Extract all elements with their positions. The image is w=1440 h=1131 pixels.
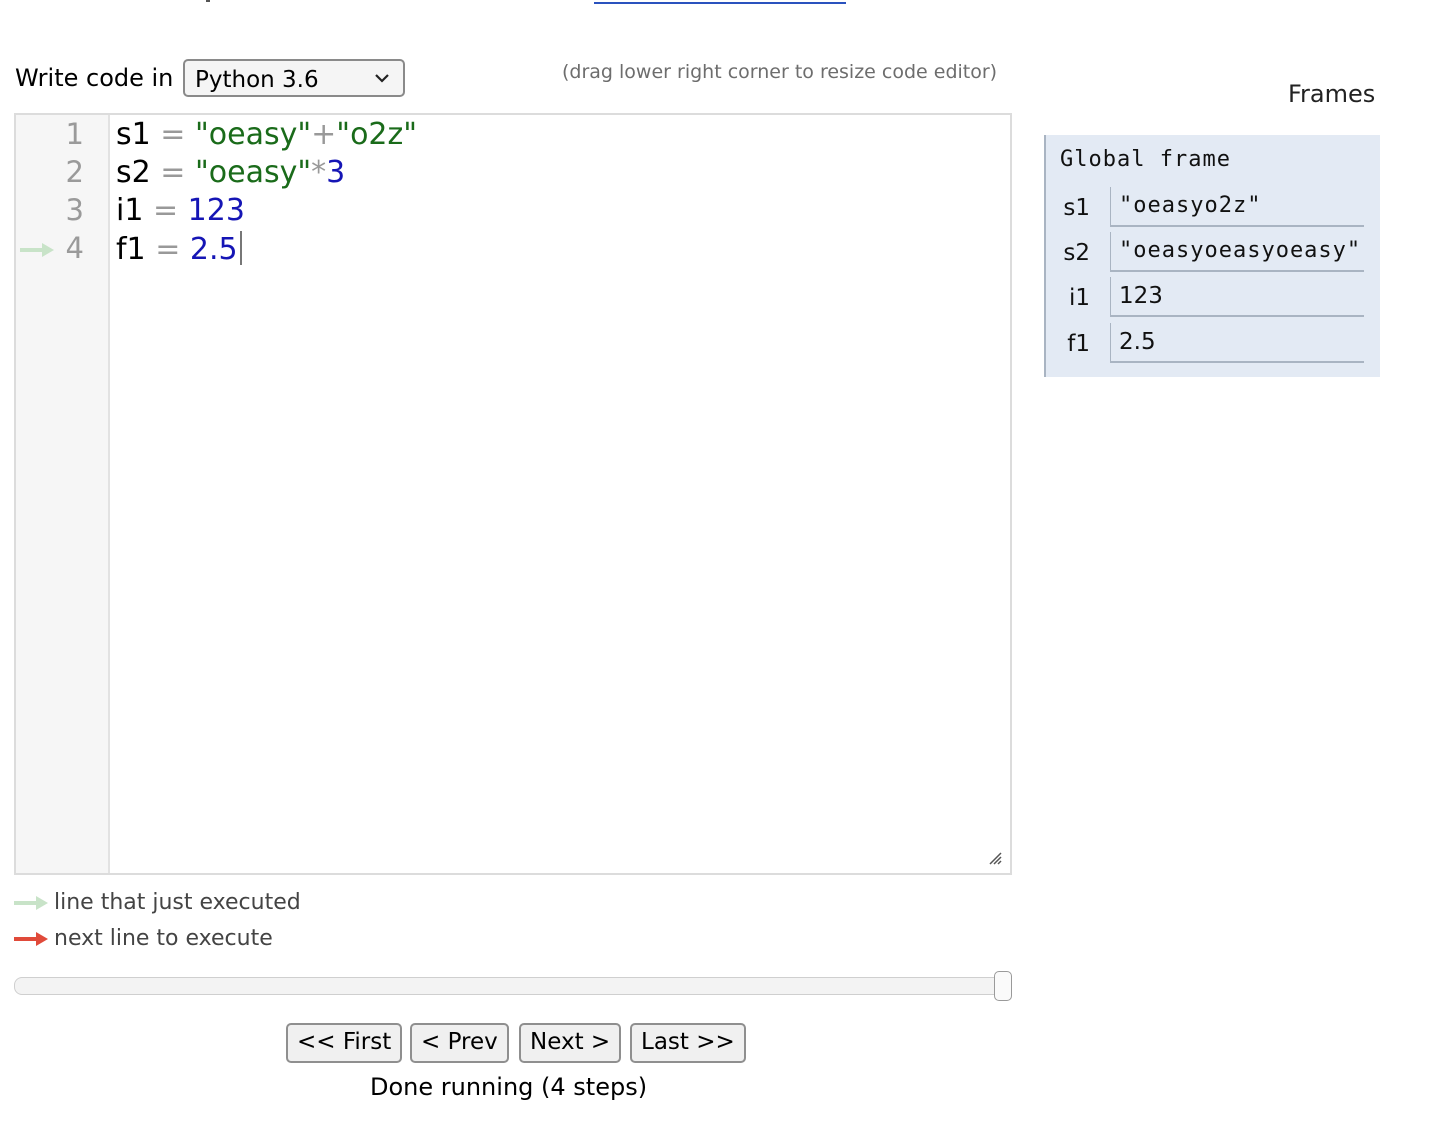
global-frame: Global frame s1 "oeasyo2z" s2 "oeasyoeasyoe… [1044, 135, 1380, 377]
resize-grip-icon[interactable] [988, 851, 1002, 865]
last-button[interactable]: Last >> [630, 1023, 746, 1063]
global-frame-label: Global frame [1060, 147, 1231, 172]
code-line[interactable]: 1 s1 = "oeasy"+"o2z" [16, 117, 1006, 155]
chevron-down-icon [375, 74, 389, 83]
code-token-number: 3 [326, 155, 346, 190]
legend-just-executed: line that just executed [14, 890, 301, 915]
code-token-variable: f1 [116, 232, 146, 267]
just-executed-arrow-icon [20, 243, 54, 257]
next-button[interactable]: Next > [519, 1023, 622, 1063]
code-token-operator: = [160, 155, 186, 190]
top-cropped-link[interactable] [594, 0, 846, 4]
code-token-variable: i1 [116, 193, 144, 228]
execution-status: Done running (4 steps) [370, 1073, 648, 1101]
frame-variable-name: i1 [1068, 285, 1090, 311]
frame-variable-name: f1 [1067, 331, 1090, 357]
code-text: s1 = "oeasy"+"o2z" [116, 117, 417, 152]
code-text: i1 = 123 [116, 193, 245, 228]
code-token-variable: s1 [116, 117, 151, 152]
slider-track[interactable] [14, 977, 1010, 995]
frame-variable-value: 2.5 [1110, 323, 1364, 363]
frame-variable-value: "oeasyoeasyoeasy" [1110, 232, 1364, 272]
frames-heading: Frames [1288, 80, 1376, 108]
line-number: 4 [65, 231, 84, 265]
arrow-right-icon [14, 932, 48, 946]
legend-next-line: next line to execute [14, 926, 273, 951]
frame-variable-name: s2 [1063, 240, 1090, 266]
prev-button[interactable]: < Prev [410, 1023, 509, 1063]
code-token-operator: = [160, 117, 186, 152]
code-text: s2 = "oeasy"*3 [116, 155, 345, 190]
code-token-string: "oeasy" [194, 117, 312, 152]
code-line[interactable]: 4 f1 = 2.5 [16, 231, 1006, 269]
arrow-right-icon [14, 896, 48, 910]
frame-variable-name: s1 [1063, 195, 1090, 221]
language-selected-value: Python 3.6 [195, 67, 319, 93]
step-slider[interactable] [14, 971, 1014, 1001]
legend-next-line-text: next line to execute [54, 926, 273, 951]
text-cursor [239, 231, 242, 265]
code-text: f1 = 2.5 [116, 231, 242, 267]
line-number: 1 [65, 117, 84, 151]
line-number: 3 [65, 193, 84, 227]
code-token-operator: = [152, 193, 179, 228]
code-token-operator: + [311, 117, 337, 152]
frame-variable-value: "oeasyo2z" [1110, 187, 1364, 227]
code-token-number: 123 [187, 193, 245, 228]
first-button[interactable]: << First [286, 1023, 403, 1063]
frame-variable-value: 123 [1110, 277, 1364, 317]
slider-handle[interactable] [994, 971, 1012, 1001]
write-code-label: Write code in [15, 64, 174, 92]
code-line[interactable]: 3 i1 = 123 [16, 193, 1006, 231]
code-token-operator: * [311, 155, 327, 190]
resize-hint: (drag lower right corner to resize code … [562, 61, 998, 83]
code-token-string: "oeasy" [194, 155, 312, 190]
line-number: 2 [65, 155, 84, 189]
code-token-string: "o2z" [336, 117, 418, 152]
legend-just-executed-text: line that just executed [54, 890, 301, 915]
top-cropped-text [206, 0, 210, 2]
code-token-operator: = [155, 232, 181, 267]
code-token-variable: s2 [116, 155, 151, 190]
code-line[interactable]: 2 s2 = "oeasy"*3 [16, 155, 1006, 193]
code-editor[interactable]: 1 s1 = "oeasy"+"o2z" 2 s2 = "oeasy"*3 3 i1 = … [14, 113, 1012, 875]
language-select[interactable]: Python 3.6 [183, 59, 405, 97]
code-token-number: 2.5 [189, 232, 238, 267]
